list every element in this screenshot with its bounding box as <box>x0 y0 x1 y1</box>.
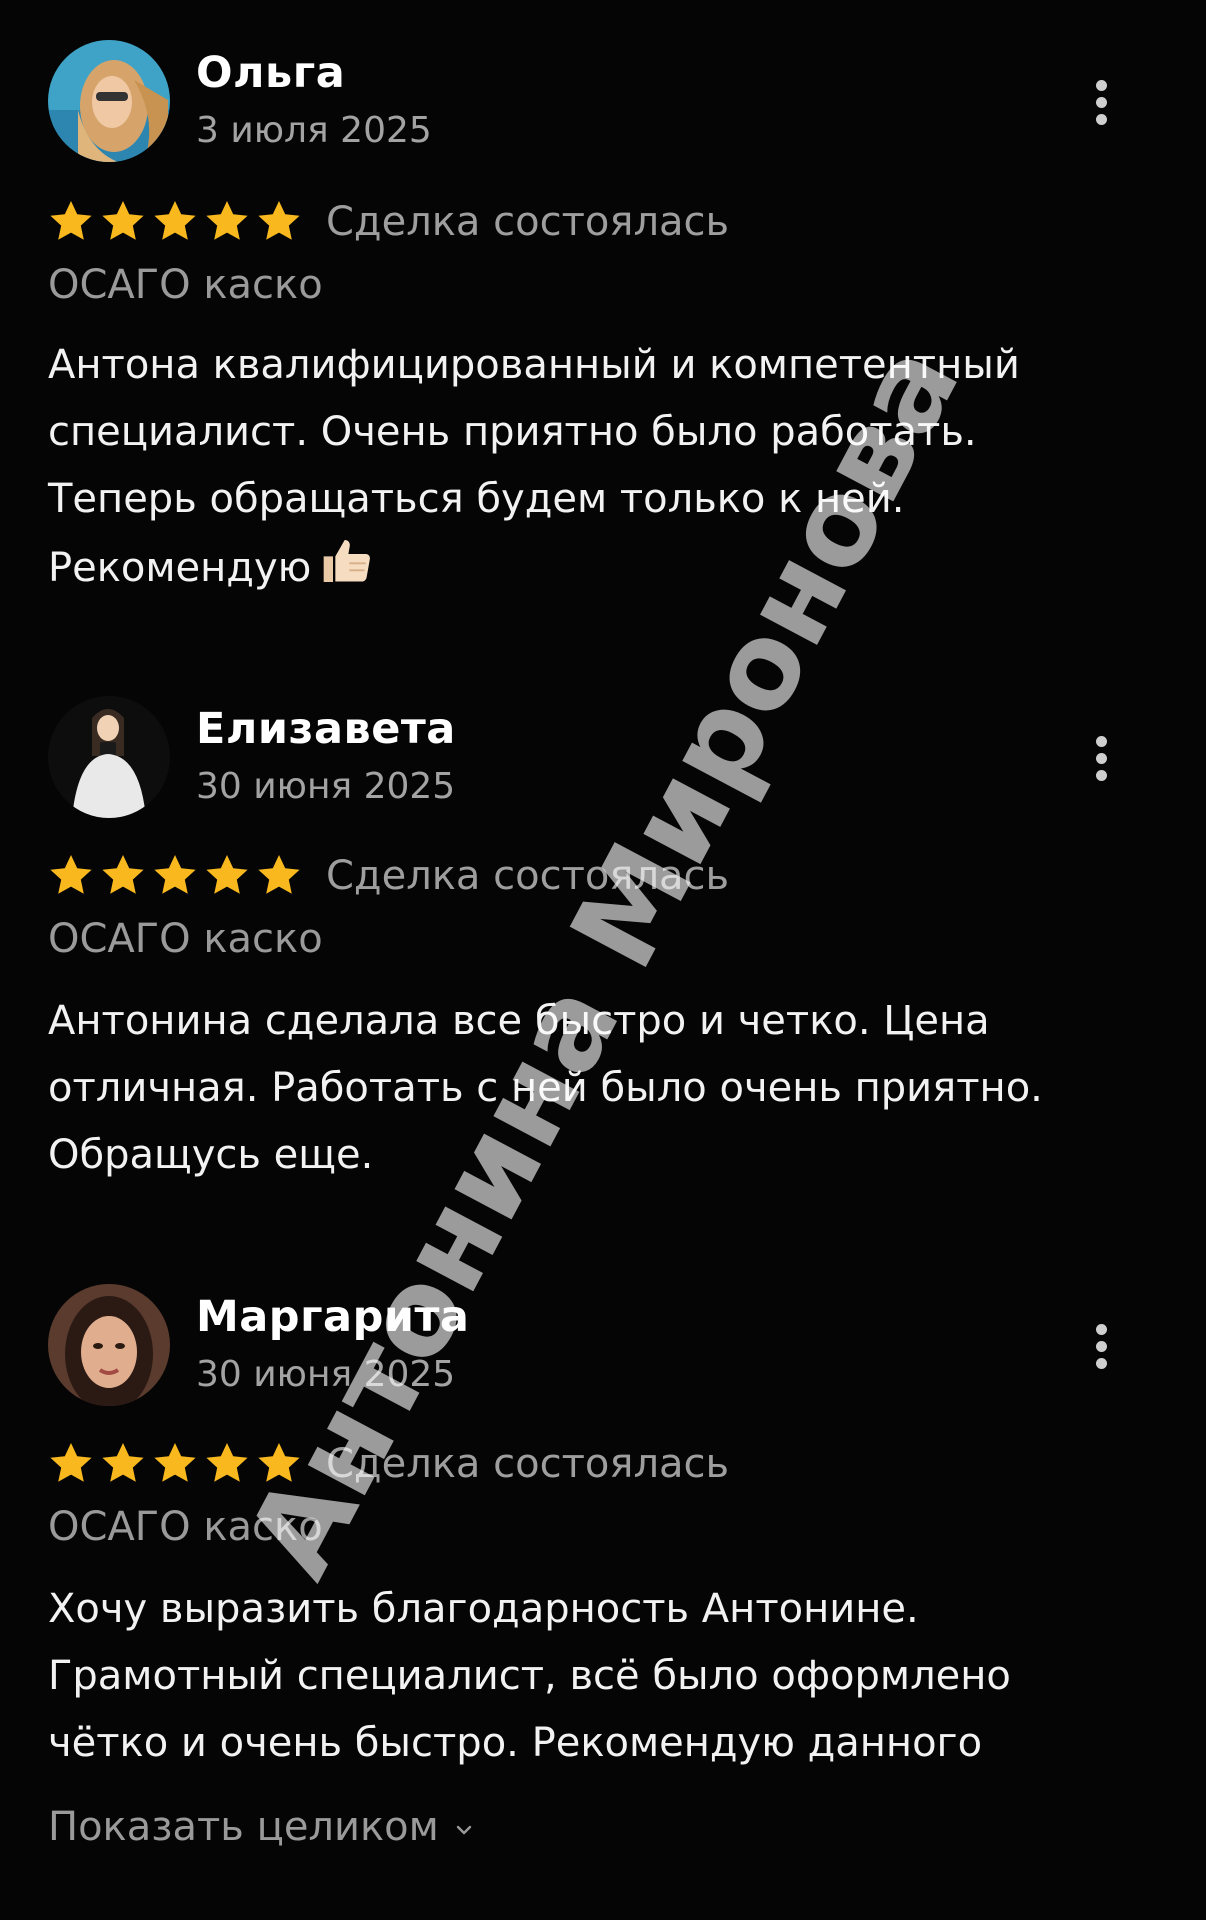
star-icon <box>254 1440 304 1488</box>
star-icon <box>254 852 304 900</box>
review-text: Антона квалифицированный и компетентный … <box>48 332 1158 610</box>
review-text-line: Антона квалифицированный и компетентный <box>48 342 1020 388</box>
review-date: 30 июня 2025 <box>196 766 456 807</box>
author-name[interactable]: Ольга <box>196 48 345 98</box>
more-dot-icon <box>1096 80 1107 91</box>
review-text-line: чётко и очень быстро. Рекомендую данного <box>48 1720 983 1766</box>
star-rating <box>46 852 304 900</box>
service-tag: ОСАГО каско <box>48 1504 323 1550</box>
thumbs-up-icon <box>319 533 375 610</box>
star-icon <box>150 198 200 246</box>
star-icon <box>46 198 96 246</box>
avatar[interactable] <box>48 696 170 818</box>
star-icon <box>98 198 148 246</box>
review-text-line: Обращусь еще. <box>48 1132 374 1178</box>
review-date: 3 июля 2025 <box>196 110 432 151</box>
service-tag: ОСАГО каско <box>48 916 323 962</box>
star-icon <box>98 852 148 900</box>
star-icon <box>98 1440 148 1488</box>
star-icon <box>202 852 252 900</box>
author-name[interactable]: Маргарита <box>196 1292 469 1342</box>
review-text-line: Теперь обращаться будем только к ней. <box>48 476 905 522</box>
review-text: Антонина сделала все быстро и четко. Цен… <box>48 988 1158 1189</box>
more-dot-icon <box>1096 753 1107 764</box>
review-text-line: отличная. Работать с ней было очень прия… <box>48 1065 1043 1111</box>
star-icon <box>150 852 200 900</box>
star-icon <box>150 1440 200 1488</box>
review-text-line-content: Рекомендую <box>48 545 312 591</box>
more-options-button[interactable] <box>1080 1316 1124 1378</box>
star-rating <box>46 1440 304 1488</box>
review-text: Хочу выразить благодарность Антонине. Гр… <box>48 1576 1158 1777</box>
review-text-line: Антонина сделала все быстро и четко. Цен… <box>48 998 990 1044</box>
more-dot-icon <box>1096 1358 1107 1369</box>
service-tag: ОСАГО каско <box>48 262 323 308</box>
rating-row: Сделка состоялась <box>46 1434 729 1494</box>
show-full-button[interactable]: Показать целиком <box>48 1800 473 1850</box>
star-icon <box>202 198 252 246</box>
review-text-line: Грамотный специалист, всё было оформлено <box>48 1653 1011 1699</box>
deal-status: Сделка состоялась <box>326 853 730 899</box>
rating-row: Сделка состоялась <box>46 192 729 252</box>
more-dot-icon <box>1096 97 1107 108</box>
star-icon <box>202 1440 252 1488</box>
more-options-button[interactable] <box>1080 728 1124 790</box>
avatar[interactable] <box>48 1284 170 1406</box>
chevron-down-icon <box>455 1800 473 1846</box>
review-date: 30 июня 2025 <box>196 1354 456 1395</box>
star-icon <box>46 852 96 900</box>
star-rating <box>46 198 304 246</box>
more-dot-icon <box>1096 736 1107 747</box>
star-icon <box>46 1440 96 1488</box>
review-text-line: Рекомендую <box>48 533 1158 610</box>
deal-status: Сделка состоялась <box>326 199 730 245</box>
show-full-label: Показать целиком <box>48 1804 439 1850</box>
review-text-line: специалист. Очень приятно было работать. <box>48 409 977 455</box>
more-options-button[interactable] <box>1080 72 1124 134</box>
author-name[interactable]: Елизавета <box>196 704 456 754</box>
review-text-line: Хочу выразить благодарность Антонине. <box>48 1586 919 1632</box>
more-dot-icon <box>1096 1324 1107 1335</box>
more-dot-icon <box>1096 114 1107 125</box>
more-dot-icon <box>1096 770 1107 781</box>
rating-row: Сделка состоялась <box>46 846 729 906</box>
avatar[interactable] <box>48 40 170 162</box>
star-icon <box>254 198 304 246</box>
deal-status: Сделка состоялась <box>326 1441 730 1487</box>
more-dot-icon <box>1096 1341 1107 1352</box>
